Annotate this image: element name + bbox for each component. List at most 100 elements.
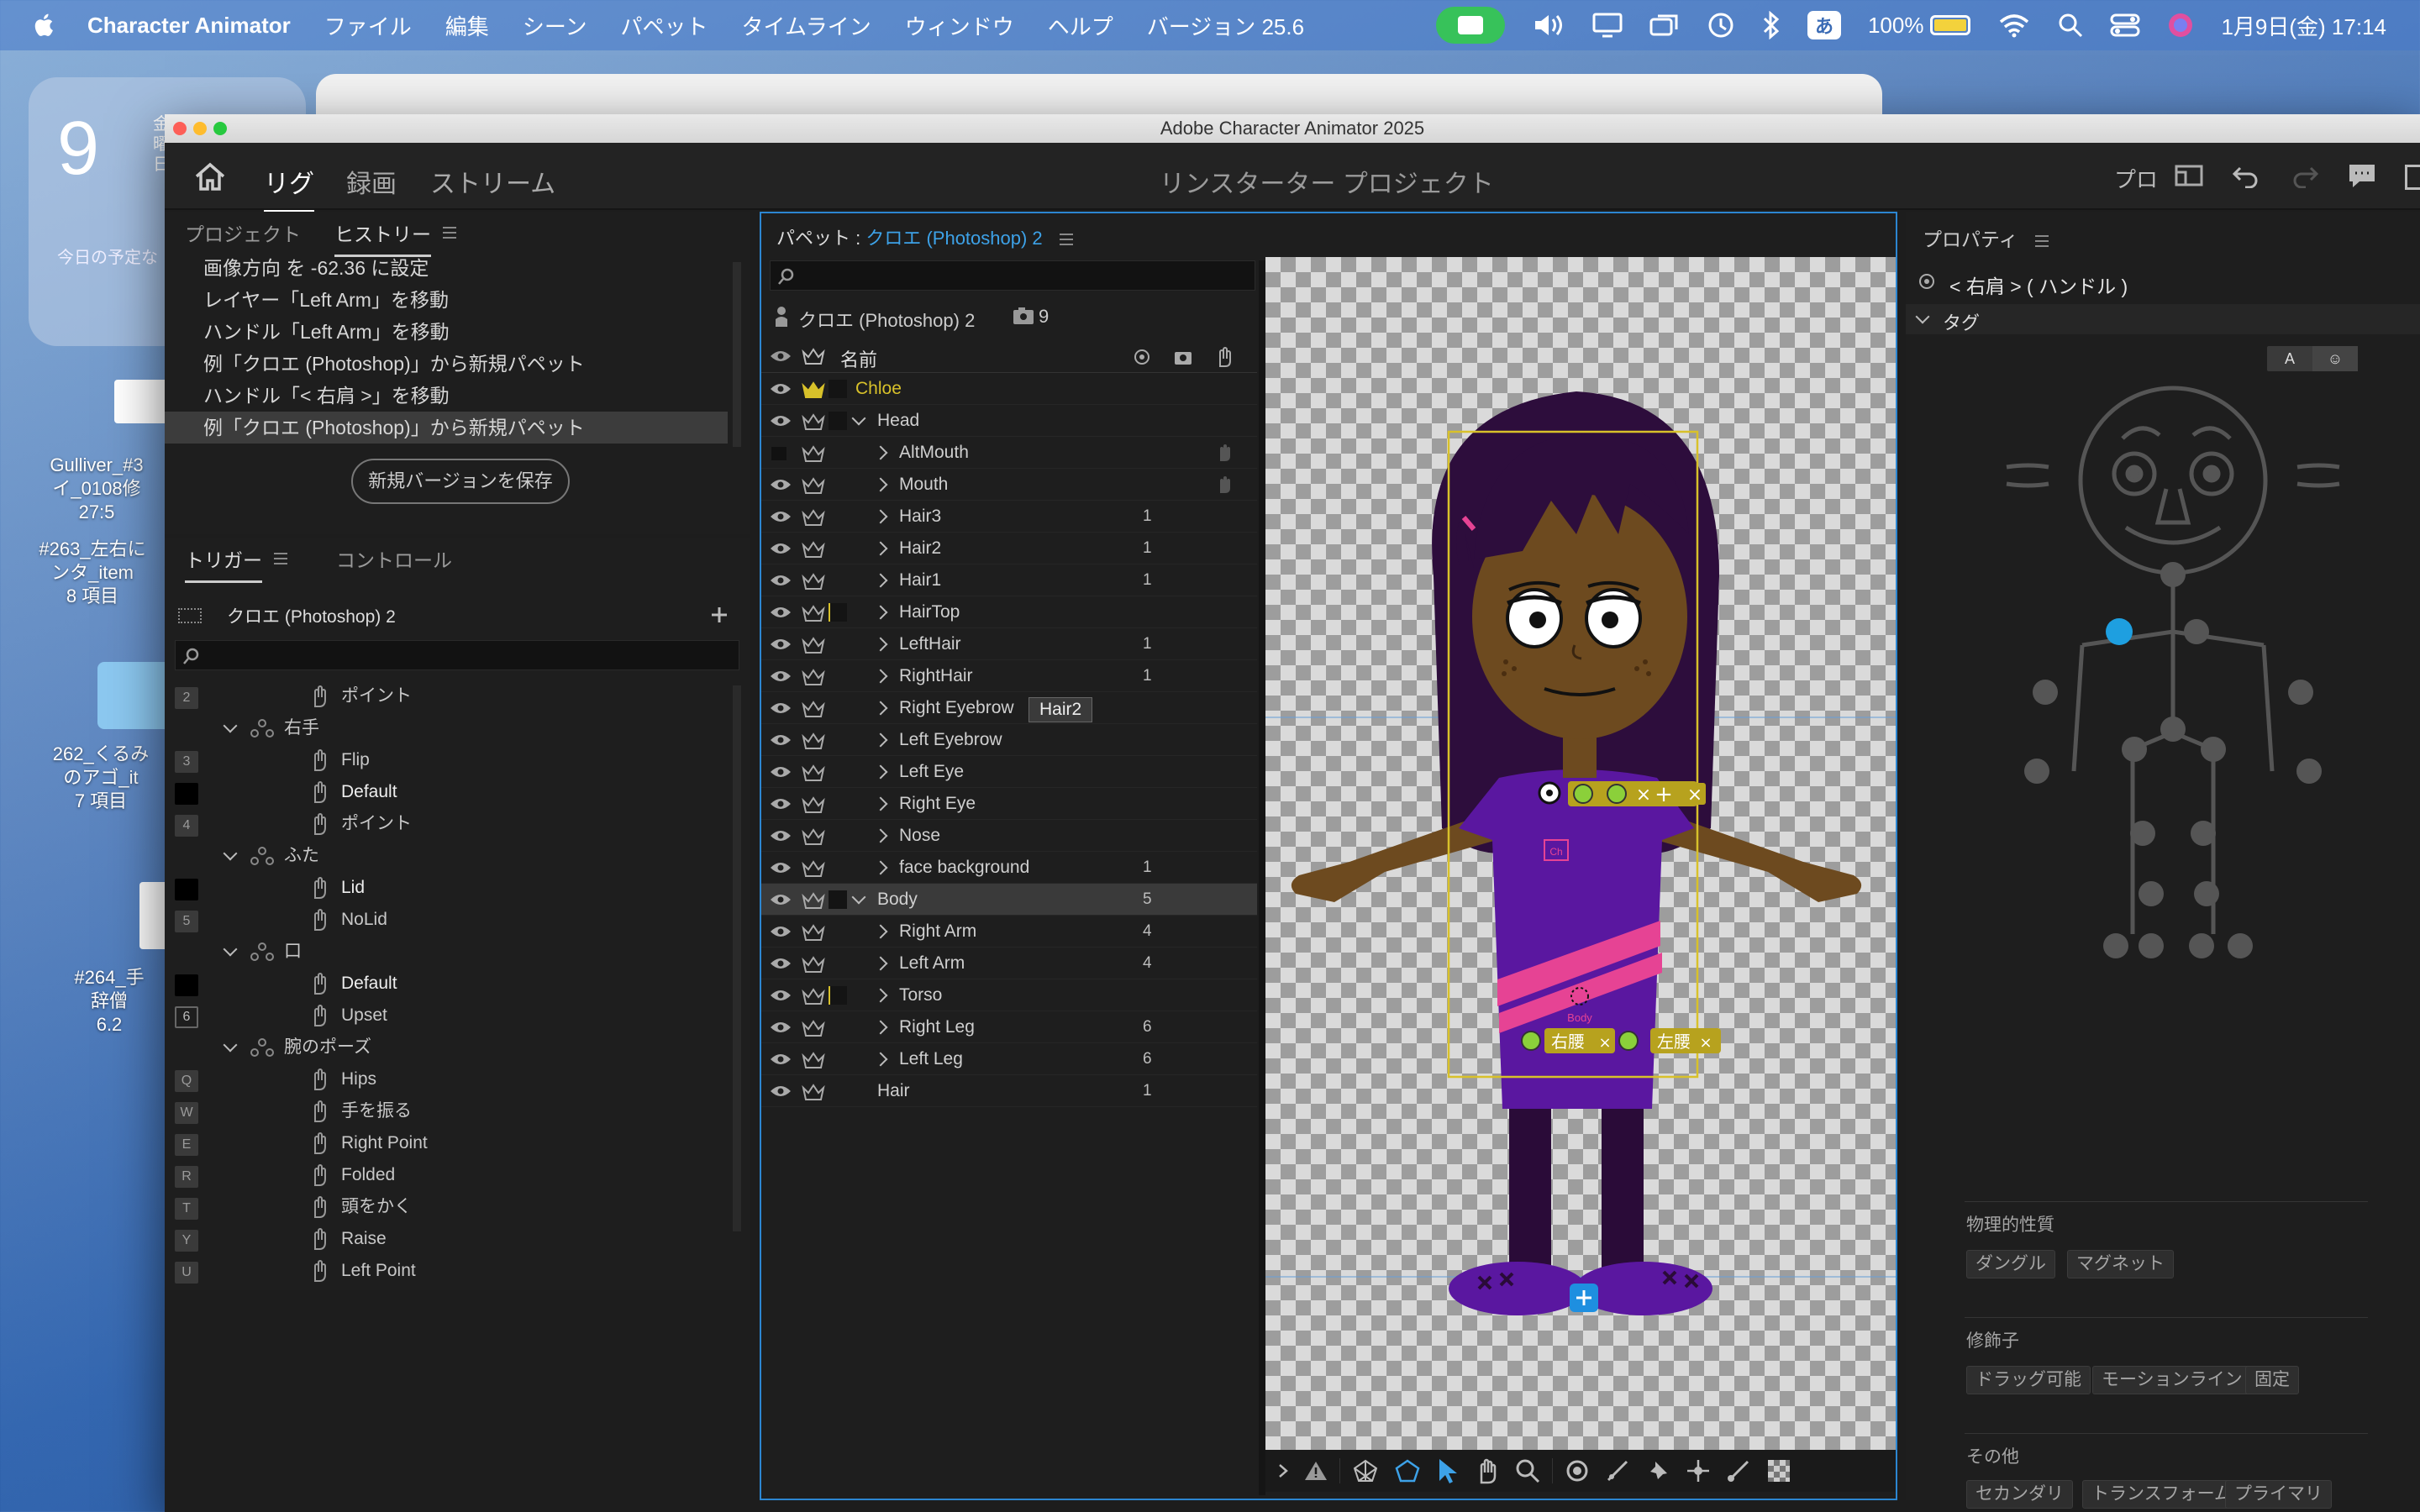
visibility-eye-icon[interactable]	[770, 893, 792, 906]
visibility-eye-icon[interactable]	[770, 733, 792, 747]
trigger-item[interactable]: Lid	[165, 872, 728, 904]
siri-icon[interactable]	[2167, 12, 2194, 39]
independent-toggle[interactable]	[829, 890, 847, 909]
menu-edit[interactable]: 編集	[445, 10, 489, 41]
crown-icon[interactable]	[802, 476, 825, 495]
puppet-layer-row[interactable]: Left Arm 4	[761, 948, 1257, 979]
warning-icon[interactable]	[1304, 1460, 1328, 1482]
chevron-down-icon[interactable]	[851, 411, 866, 426]
trigger-key[interactable]: U	[175, 1262, 198, 1284]
puppet-layer-row[interactable]: Torso	[761, 979, 1257, 1011]
trigger-key[interactable]: 4	[175, 815, 198, 837]
puppet-layer-row[interactable]: Right Leg 6	[761, 1011, 1257, 1043]
history-item[interactable]: 画像方向 を -62.36 に設定	[165, 252, 728, 284]
tab-record[interactable]: 録画	[346, 163, 397, 200]
crown-icon[interactable]	[802, 955, 825, 974]
trigger-key[interactable]: W	[175, 1102, 198, 1124]
chevron-down-icon[interactable]	[851, 890, 866, 905]
tag-view-toggle[interactable]: A ☺	[2267, 346, 2358, 371]
puppet-layer-row[interactable]: Head	[761, 405, 1257, 437]
shape-tool-icon[interactable]	[1394, 1458, 1421, 1483]
trigger-group[interactable]: 右手	[165, 712, 728, 744]
transparency-grid-icon[interactable]	[1766, 1458, 1791, 1483]
crown-icon[interactable]	[802, 636, 825, 654]
visibility-eye-icon[interactable]	[770, 1084, 792, 1098]
puppet-layer-row[interactable]: face background 1	[761, 852, 1257, 884]
visibility-eye-icon[interactable]	[770, 574, 792, 587]
crown-icon[interactable]	[802, 572, 825, 591]
chevron-right-icon[interactable]	[873, 956, 888, 971]
crown-icon[interactable]	[802, 412, 825, 431]
trigger-key[interactable]: E	[175, 1134, 198, 1156]
crown-icon[interactable]	[802, 700, 825, 718]
handle-tool-icon[interactable]	[1686, 1458, 1711, 1483]
puppet-layer-row[interactable]: Left Leg 6	[761, 1043, 1257, 1075]
puppet-layer-row[interactable]: Right Eye	[761, 788, 1257, 820]
feedback-icon[interactable]	[2348, 163, 2376, 188]
desktop-icon-label-4[interactable]: #264_手 辞僧 6.2	[50, 966, 168, 1037]
puppet-menu-icon[interactable]	[1059, 234, 1073, 246]
battery-indicator[interactable]: 100%	[1868, 13, 1971, 39]
tag-chip-motion-lines[interactable]: モーションライン	[2092, 1366, 2252, 1394]
puppet-layer-row[interactable]: Left Eyebrow	[761, 724, 1257, 756]
add-trigger-icon[interactable]	[709, 605, 729, 625]
puppet-layer-row[interactable]: Hair1 1	[761, 564, 1257, 596]
trigger-key[interactable]: 2	[175, 687, 198, 709]
crown-icon[interactable]	[802, 540, 825, 559]
chevron-right-icon[interactable]	[873, 605, 888, 620]
tab-stream[interactable]: ストリーム	[430, 163, 555, 200]
tag-face-view-button[interactable]: ☺	[2312, 346, 2358, 371]
tab-triggers[interactable]: トリガー	[185, 544, 262, 583]
visibility-eye-icon[interactable]	[770, 1053, 792, 1066]
visibility-off-box[interactable]	[771, 447, 786, 460]
tag-chip-transform[interactable]: トランスフォーム	[2082, 1480, 2241, 1509]
chevron-right-icon[interactable]	[873, 541, 888, 556]
desktop-icon-label-3[interactable]: 262_くるみ のアゴ_it 7 項目	[34, 743, 168, 813]
select-tool-icon[interactable]	[1436, 1457, 1460, 1484]
tag-chip-dangle[interactable]: ダングル	[1966, 1250, 2055, 1278]
volume-icon[interactable]	[1532, 13, 1565, 38]
visibility-eye-icon[interactable]	[770, 382, 792, 396]
draggable-hand-icon[interactable]	[1215, 443, 1234, 463]
tag-chip-fixed[interactable]: 固定	[2245, 1366, 2299, 1394]
puppet-stage-canvas[interactable]: Ch × + × Body 右腰 × 左腰 ×	[1265, 257, 1896, 1450]
expand-toolbar-icon[interactable]	[1277, 1462, 1289, 1479]
trigger-group[interactable]: 腕のポーズ	[165, 1032, 728, 1063]
chevron-right-icon[interactable]	[873, 764, 888, 780]
crown-icon[interactable]	[802, 444, 825, 463]
puppet-layer-row[interactable]: Hair 1	[761, 1075, 1257, 1107]
puppet-layer-row[interactable]: Left Eye	[761, 756, 1257, 788]
camera-in-use-icon[interactable]	[1435, 7, 1505, 44]
chevron-down-icon[interactable]	[223, 718, 238, 733]
visibility-eye-icon[interactable]	[770, 606, 792, 619]
document-thumbnail-icon[interactable]	[114, 380, 168, 423]
tags-section-header[interactable]: タグ	[1906, 304, 2420, 334]
puppet-search-input[interactable]	[770, 260, 1255, 291]
origin-tool-icon[interactable]	[1565, 1458, 1590, 1483]
chevron-right-icon[interactable]	[873, 924, 888, 939]
properties-menu-icon[interactable]	[2035, 234, 2049, 247]
puppet-layer-row[interactable]: LeftHair 1	[761, 628, 1257, 660]
trigger-search-input[interactable]	[175, 640, 739, 670]
crown-icon[interactable]	[802, 1083, 825, 1101]
tag-rig-diagram[interactable]	[1906, 380, 2420, 1018]
trigger-item[interactable]: 3 Flip	[165, 744, 728, 776]
history-scrollbar[interactable]	[733, 262, 741, 447]
menu-version[interactable]: バージョン 25.6	[1147, 10, 1304, 41]
history-item-selected[interactable]: 例「クロエ (Photoshop)」から新規パペット	[165, 412, 728, 444]
chevron-right-icon[interactable]	[873, 828, 888, 843]
tag-chip-primary[interactable]: プライマリ	[2225, 1480, 2332, 1509]
close-window-button[interactable]	[173, 122, 187, 135]
redo-icon[interactable]	[2291, 163, 2319, 188]
trigger-item[interactable]: Q Hips	[165, 1063, 728, 1095]
chevron-right-icon[interactable]	[873, 701, 888, 716]
share-icon[interactable]	[2405, 165, 2420, 190]
crown-icon[interactable]	[802, 1051, 825, 1069]
visibility-eye-icon[interactable]	[770, 701, 792, 715]
visibility-eye-icon[interactable]	[770, 925, 792, 938]
home-icon[interactable]	[193, 161, 227, 192]
trigger-key[interactable]: Y	[175, 1230, 198, 1252]
chevron-right-icon[interactable]	[873, 1020, 888, 1035]
tab-history[interactable]: ヒストリー	[334, 218, 431, 257]
tab-rig[interactable]: リグ	[264, 163, 314, 213]
